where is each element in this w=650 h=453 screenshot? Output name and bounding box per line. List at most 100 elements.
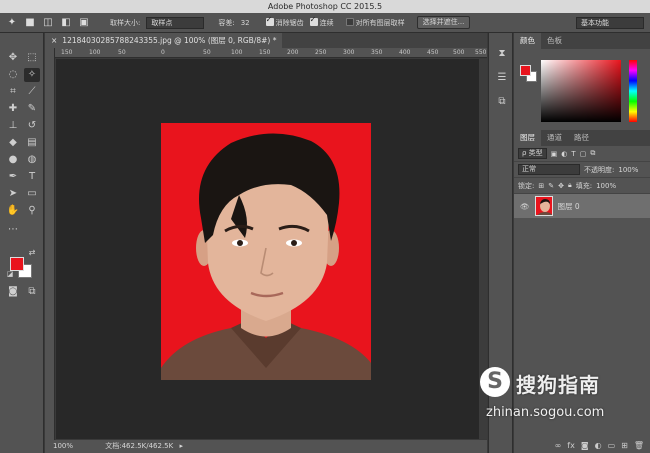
checkbox-checked-icon: [309, 15, 318, 26]
watermark: S 搜狗指南 zhinan.sogou.com: [480, 365, 640, 425]
hand-tool-icon[interactable]: ✋: [5, 204, 21, 218]
blur-tool-icon[interactable]: ●: [5, 153, 21, 167]
tools-panel: ✥ ⬚ ◌ ✧ ⌗ ⟋ ✚ ✎ ⊥ ↺ ◆ ▤ ● ◍ ✒ T ➤ ▭ ✋ ⚲ …: [0, 33, 44, 453]
tab-channels[interactable]: 通道: [541, 130, 568, 146]
filter-shape-icon[interactable]: ▢: [580, 150, 587, 158]
sample-size-select[interactable]: 取样点: [146, 16, 205, 29]
type-tool-icon[interactable]: T: [24, 170, 40, 184]
eraser-tool-icon[interactable]: ◆: [5, 136, 21, 150]
filter-type-icon[interactable]: T: [571, 150, 575, 158]
lock-all-icon[interactable]: 🔒︎: [568, 181, 572, 190]
checkbox-checked-icon: [265, 15, 274, 26]
workspace-select[interactable]: 基本功能: [576, 16, 644, 29]
add-mask-icon[interactable]: ◙: [581, 441, 589, 450]
tab-paths[interactable]: 路径: [568, 130, 595, 146]
quick-mask-icon[interactable]: ◙: [5, 285, 21, 299]
healing-brush-icon[interactable]: ✚: [5, 102, 21, 116]
color-field[interactable]: [541, 60, 621, 122]
opacity-value[interactable]: 100%: [618, 166, 638, 174]
select-and-mask-button[interactable]: 选择并遮住...: [416, 16, 471, 29]
tab-color[interactable]: 颜色: [514, 33, 541, 49]
foreground-color-swatch[interactable]: [10, 257, 24, 271]
contiguous-checkbox[interactable]: 连续: [309, 15, 334, 28]
crop-tool-icon[interactable]: ⌗: [5, 85, 21, 99]
marquee-tool-icon[interactable]: ⬚: [24, 51, 40, 65]
new-selection-icon[interactable]: ■: [24, 17, 36, 29]
zoom-tool-icon[interactable]: ⚲: [24, 204, 40, 218]
ruler-tick: 50: [118, 49, 126, 56]
intersect-selection-icon[interactable]: ▣: [78, 17, 90, 29]
history-panel-icon[interactable]: ⧗: [494, 47, 510, 61]
lock-fill-row: 锁定: ⊞ ✎ ✥ 🔒︎ 填充: 100%: [514, 178, 650, 194]
clone-stamp-icon[interactable]: ⊥: [5, 119, 21, 133]
hue-slider[interactable]: [629, 60, 637, 122]
gradient-tool-icon[interactable]: ▤: [24, 136, 40, 150]
visibility-eye-icon[interactable]: 👁︎: [520, 202, 530, 211]
tab-layers[interactable]: 图层: [514, 130, 541, 146]
document-tab[interactable]: × 12184030285788243355.jpg @ 100% (图层 0, …: [45, 33, 283, 48]
layer-style-icon[interactable]: fx: [567, 441, 575, 450]
ruler-tick: 450: [427, 49, 439, 56]
layer-thumbnail-image: [535, 197, 552, 215]
document-tab-label: 12184030285788243355.jpg @ 100% (图层 0, R…: [62, 36, 277, 45]
ruler-tick: 500: [453, 49, 465, 56]
shape-tool-icon[interactable]: ▭: [24, 187, 40, 201]
delete-layer-icon[interactable]: 🗑︎: [634, 441, 644, 450]
brush-tool-icon[interactable]: ✎: [24, 102, 40, 116]
close-tab-icon[interactable]: ×: [51, 36, 57, 45]
document-tab-bar: × 12184030285788243355.jpg @ 100% (图层 0, …: [45, 33, 487, 48]
lock-move-icon[interactable]: ✥: [558, 182, 564, 190]
options-bar: ✦ ■ ◫ ◧ ▣ 取样大小: 取样点 容差: 32 消除锯齿 连续 对所有图层…: [0, 13, 650, 33]
screen-mode-icon[interactable]: ⧉: [24, 285, 40, 299]
lock-transparent-icon[interactable]: ⊞: [538, 182, 544, 190]
filter-smart-object-icon[interactable]: ⧉: [590, 149, 595, 158]
layer-kind-filter[interactable]: ρ 类型: [518, 148, 547, 159]
portrait-image: [161, 123, 371, 380]
adjustment-layer-icon[interactable]: ◐: [595, 441, 602, 450]
layer-row[interactable]: 👁︎ 图层 0: [514, 194, 650, 218]
magic-wand-tool-icon[interactable]: ✧: [24, 68, 40, 82]
new-group-icon[interactable]: ▭: [608, 441, 616, 450]
layers-panel-tabs: 图层 通道 路径: [514, 130, 650, 146]
pen-tool-icon[interactable]: ✒: [5, 170, 21, 184]
filter-pixel-icon[interactable]: ▣: [551, 150, 558, 158]
document-size-info[interactable]: 文档:462.5K/462.5K: [105, 442, 173, 450]
zoom-level[interactable]: 100%: [53, 442, 73, 450]
dodge-tool-icon[interactable]: ◍: [24, 153, 40, 167]
swap-colors-icon[interactable]: ⇄: [24, 246, 40, 260]
color-panel-tabs: 颜色 色板: [514, 33, 650, 49]
history-brush-icon[interactable]: ↺: [24, 119, 40, 133]
watermark-url: zhinan.sogou.com: [486, 405, 605, 420]
tolerance-label: 容差:: [218, 18, 235, 27]
properties-panel-icon[interactable]: ☰: [494, 71, 510, 85]
lock-brush-icon[interactable]: ✎: [548, 182, 554, 190]
portrait-photo[interactable]: [161, 123, 371, 380]
layer-name[interactable]: 图层 0: [558, 201, 580, 212]
blend-mode-select[interactable]: 正常: [518, 164, 580, 175]
antialias-checkbox[interactable]: 消除锯齿: [265, 15, 304, 28]
fill-value[interactable]: 100%: [596, 182, 616, 190]
subtract-selection-icon[interactable]: ◧: [60, 17, 72, 29]
sample-all-checkbox[interactable]: 对所有图层取样: [345, 17, 405, 28]
ruler-tick: 400: [399, 49, 411, 56]
more-tools-icon[interactable]: ⋯: [5, 223, 21, 237]
tab-swatches[interactable]: 色板: [541, 33, 568, 49]
tolerance-input[interactable]: 32: [241, 19, 250, 27]
window-title: Adobe Photoshop CC 2015.5: [0, 0, 650, 13]
lasso-tool-icon[interactable]: ◌: [5, 68, 21, 82]
new-layer-icon[interactable]: ⊞: [621, 441, 628, 450]
eyedropper-tool-icon[interactable]: ⟋: [24, 85, 40, 99]
ruler-tick: 550: [475, 49, 487, 56]
move-tool-icon[interactable]: ✥: [5, 51, 21, 65]
status-menu-icon[interactable]: ▸: [179, 442, 183, 450]
adjustments-panel-icon[interactable]: ⧉: [494, 95, 510, 109]
magic-wand-tool-preset-icon[interactable]: ✦: [6, 17, 18, 29]
add-selection-icon[interactable]: ◫: [42, 17, 54, 29]
ruler-tick: 250: [315, 49, 327, 56]
path-selection-icon[interactable]: ➤: [5, 187, 21, 201]
panel-foreground-swatch[interactable]: [520, 65, 531, 76]
ruler-tick: 200: [287, 49, 299, 56]
link-layers-icon[interactable]: ∞: [555, 441, 562, 450]
horizontal-ruler: 150 100 50 0 50 100 150 200 250 300 350 …: [55, 48, 487, 58]
filter-adjustment-icon[interactable]: ◐: [561, 150, 567, 158]
